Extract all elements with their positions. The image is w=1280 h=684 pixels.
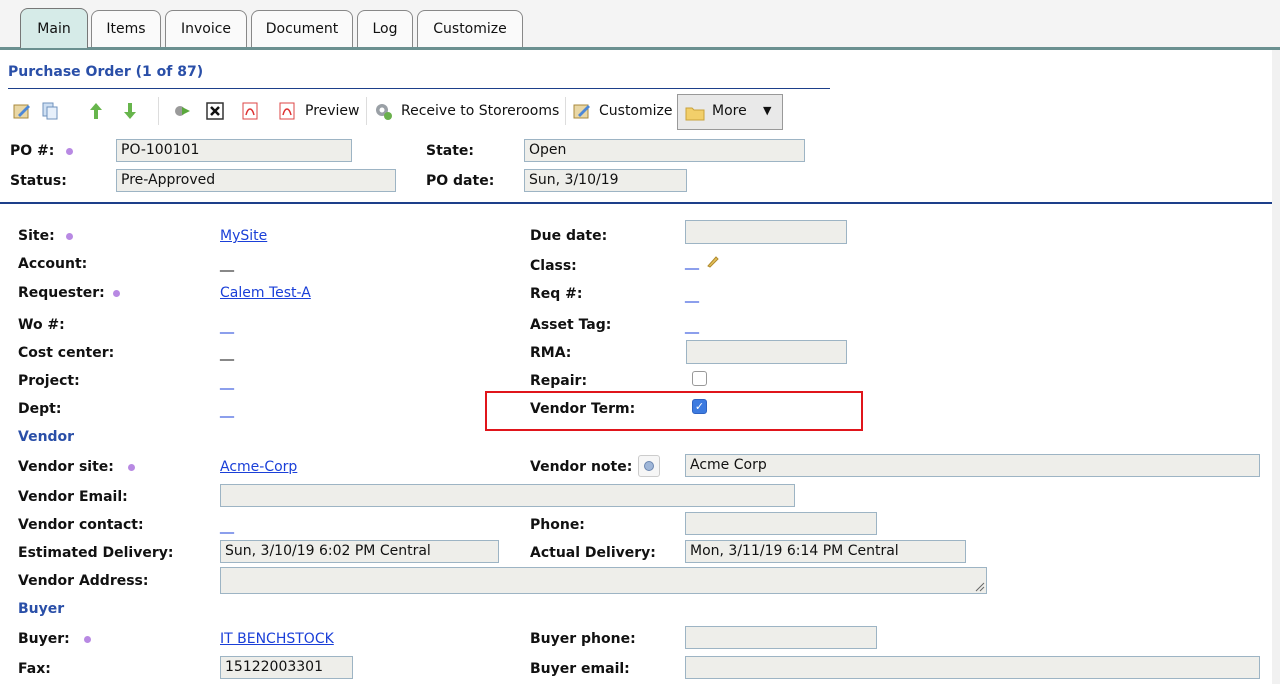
vendor-note-label: Vendor note: <box>530 459 633 475</box>
due-date-field[interactable] <box>685 220 847 244</box>
rma-field[interactable] <box>686 340 847 364</box>
chevron-down-icon: ▼ <box>763 104 772 117</box>
required-icon <box>84 636 91 643</box>
customize-icon <box>572 101 592 121</box>
toolbar-separator <box>158 97 159 125</box>
more-button-label: More <box>712 103 747 119</box>
tab-items[interactable]: Items <box>91 10 161 47</box>
phone-field[interactable] <box>685 512 877 535</box>
due-date-label: Due date: <box>530 228 608 244</box>
dept-label: Dept: <box>18 401 62 417</box>
asset-tag-link[interactable]: __ <box>685 318 699 334</box>
vendor-email-field[interactable] <box>220 484 795 507</box>
tab-customize[interactable]: Customize <box>417 10 523 47</box>
site-label: Site: <box>18 228 55 244</box>
delete-icon[interactable] <box>205 101 225 121</box>
actual-delivery-field[interactable]: Mon, 3/11/19 6:14 PM Central <box>685 540 966 563</box>
requester-link[interactable]: Calem Test-A <box>220 285 311 301</box>
requester-label: Requester: <box>18 285 105 301</box>
toolbar-separator <box>366 97 367 125</box>
wo-link[interactable]: __ <box>220 318 234 334</box>
vendor-site-label: Vendor site: <box>18 459 114 475</box>
site-link[interactable]: MySite <box>220 228 267 244</box>
buyer-email-label: Buyer email: <box>530 661 630 677</box>
vendor-address-label: Vendor Address: <box>18 573 149 589</box>
vendor-section-title: Vendor <box>18 429 75 445</box>
vendor-email-label: Vendor Email: <box>18 489 128 505</box>
gear-icon <box>373 101 393 121</box>
buyer-link[interactable]: IT BENCHSTOCK <box>220 631 334 647</box>
rma-label: RMA: <box>530 345 572 361</box>
vendor-contact-link[interactable]: __ <box>220 518 234 534</box>
account-value: __ <box>220 256 234 272</box>
cost-center-value: __ <box>220 345 234 361</box>
receive-to-storerooms-button[interactable]: Receive to Storerooms <box>401 103 559 119</box>
vendor-address-textarea[interactable] <box>220 567 987 594</box>
required-icon <box>66 233 73 240</box>
project-link[interactable]: __ <box>220 374 234 390</box>
required-icon <box>66 148 73 155</box>
req-number-label: Req #: <box>530 286 583 302</box>
po-number-field[interactable]: PO-100101 <box>116 139 352 162</box>
required-icon <box>128 464 135 471</box>
page-title: Purchase Order (1 of 87) <box>8 64 204 80</box>
po-number-label: PO #: <box>10 143 55 159</box>
wo-label: Wo #: <box>18 317 65 333</box>
pencil-icon[interactable] <box>706 254 720 268</box>
cost-center-label: Cost center: <box>18 345 115 361</box>
refresh-icon[interactable] <box>172 101 192 121</box>
fax-label: Fax: <box>18 661 51 677</box>
folder-icon <box>685 103 705 123</box>
arrow-down-icon[interactable] <box>120 101 140 121</box>
vendor-contact-label: Vendor contact: <box>18 517 144 533</box>
account-label: Account: <box>18 256 88 272</box>
asset-tag-label: Asset Tag: <box>530 317 612 333</box>
required-icon <box>113 290 120 297</box>
fax-field[interactable]: 15122003301 <box>220 656 353 679</box>
estimated-delivery-label: Estimated Delivery: <box>18 545 174 561</box>
vendor-site-link[interactable]: Acme-Corp <box>220 459 297 475</box>
phone-label: Phone: <box>530 517 585 533</box>
pdf-icon[interactable] <box>240 101 260 121</box>
class-link[interactable]: __ <box>685 254 699 270</box>
toolbar-separator <box>565 97 566 125</box>
po-date-label: PO date: <box>426 173 495 189</box>
po-date-field[interactable]: Sun, 3/10/19 <box>524 169 687 192</box>
edit-icon[interactable] <box>12 101 32 121</box>
actual-delivery-label: Actual Delivery: <box>530 545 656 561</box>
buyer-label: Buyer: <box>18 631 70 647</box>
note-info-icon[interactable] <box>638 455 660 477</box>
status-field[interactable]: Pre-Approved <box>116 169 396 192</box>
dept-link[interactable]: __ <box>220 402 234 418</box>
summary-divider <box>0 202 1280 204</box>
tab-log[interactable]: Log <box>357 10 413 47</box>
pdf-preview-icon[interactable] <box>277 101 297 121</box>
repair-label: Repair: <box>530 373 588 389</box>
req-number-link[interactable]: __ <box>685 287 699 303</box>
highlight-box <box>485 391 863 431</box>
state-label: State: <box>426 143 475 159</box>
tab-document[interactable]: Document <box>251 10 353 47</box>
class-label: Class: <box>530 258 577 274</box>
resize-handle-icon[interactable] <box>973 580 985 592</box>
copy-icon[interactable] <box>40 101 60 121</box>
buyer-phone-field[interactable] <box>685 626 877 649</box>
buyer-section-title: Buyer <box>18 601 65 617</box>
tab-main[interactable]: Main <box>20 8 88 48</box>
buyer-email-field[interactable] <box>685 656 1260 679</box>
vendor-note-field[interactable]: Acme Corp <box>685 454 1260 477</box>
tab-invoice[interactable]: Invoice <box>165 10 247 47</box>
state-field[interactable]: Open <box>524 139 805 162</box>
repair-checkbox[interactable] <box>692 371 707 386</box>
title-divider <box>8 88 830 89</box>
status-label: Status: <box>10 173 67 189</box>
buyer-phone-label: Buyer phone: <box>530 631 636 647</box>
arrow-up-icon[interactable] <box>86 101 106 121</box>
project-label: Project: <box>18 373 80 389</box>
scrollbar-track[interactable] <box>1272 50 1280 684</box>
estimated-delivery-field[interactable]: Sun, 3/10/19 6:02 PM Central <box>220 540 499 563</box>
preview-button[interactable]: Preview <box>305 103 360 119</box>
customize-button[interactable]: Customize <box>599 103 673 119</box>
